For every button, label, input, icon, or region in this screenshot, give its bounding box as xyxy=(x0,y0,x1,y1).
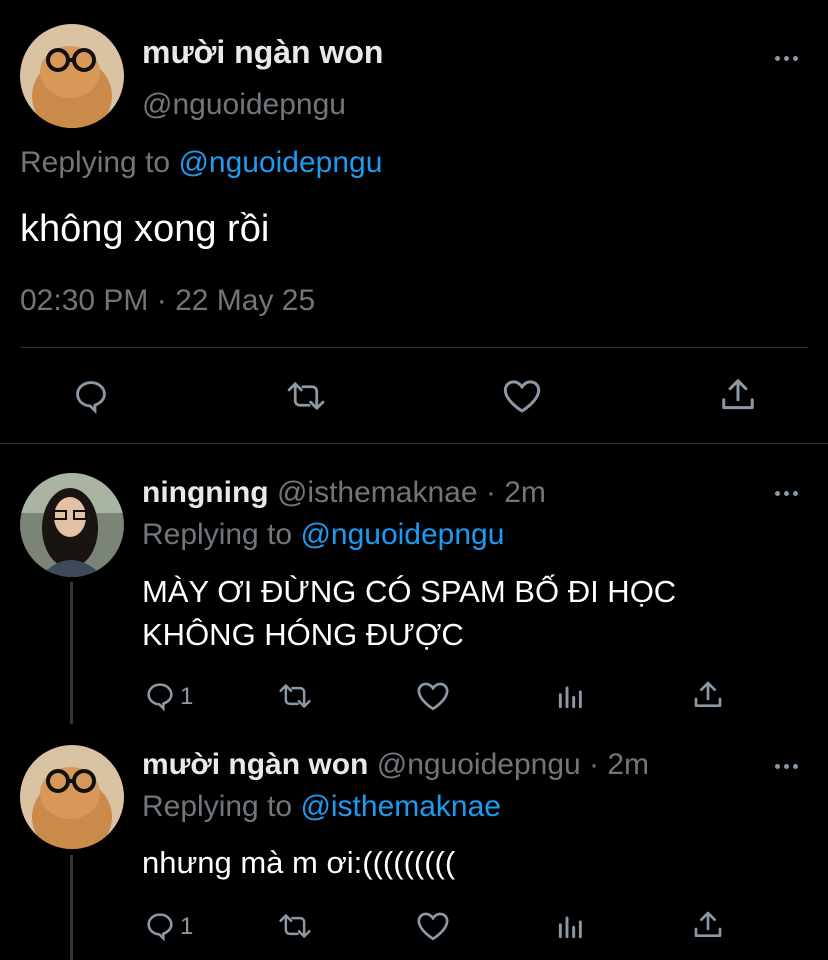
replying-to-label: Replying to xyxy=(20,146,179,179)
display-name[interactable]: mười ngàn won xyxy=(142,748,368,781)
replying-to-line: Replying to @nguoidepngu xyxy=(20,146,382,180)
share-icon[interactable] xyxy=(692,908,724,942)
timestamp[interactable]: · 2m xyxy=(581,748,649,781)
reply-icon[interactable] xyxy=(144,910,176,942)
replying-to-link[interactable]: @nguoidepngu xyxy=(300,518,504,551)
display-name[interactable]: mười ngàn won xyxy=(142,34,383,71)
like-icon[interactable] xyxy=(502,377,542,415)
retweet-icon[interactable] xyxy=(278,680,312,712)
divider xyxy=(20,347,808,348)
like-icon[interactable] xyxy=(416,910,450,942)
analytics-icon[interactable] xyxy=(555,680,587,712)
tweet-text: MÀY ƠI ĐỪNG CÓ SPAM BỐ ĐI HỌC KHÔNG HÓNG… xyxy=(142,570,676,656)
section-divider xyxy=(0,443,828,444)
retweet-icon[interactable] xyxy=(286,377,326,415)
tweet-text-line: MÀY ƠI ĐỪNG CÓ SPAM BỐ ĐI HỌC xyxy=(142,574,677,609)
handle[interactable]: @isthemaknae xyxy=(277,476,478,509)
reply-count: 1 xyxy=(180,683,194,710)
reply-header: ningning @isthemaknae · 2m xyxy=(142,476,546,510)
replying-to-label: Replying to xyxy=(142,518,301,551)
handle[interactable]: @nguoidepngu xyxy=(142,88,346,122)
replying-to-link[interactable]: @isthemaknae xyxy=(300,790,501,823)
thread-line xyxy=(70,855,73,960)
tweet-text: nhưng mà m ơi:((((((((( xyxy=(142,845,456,880)
like-icon[interactable] xyxy=(416,680,450,712)
timestamp[interactable]: · 2m xyxy=(478,476,546,509)
tweet-timestamp[interactable]: 02:30 PM · 22 May 25 xyxy=(20,284,315,318)
reply-count: 1 xyxy=(180,913,194,940)
handle[interactable]: @nguoidepngu xyxy=(377,748,581,781)
retweet-icon[interactable] xyxy=(278,910,312,942)
replying-to-link[interactable]: @nguoidepngu xyxy=(178,146,382,179)
more-options-icon[interactable] xyxy=(775,764,798,769)
more-options-icon[interactable] xyxy=(775,491,798,496)
thread-line xyxy=(70,582,73,724)
replying-to-line: Replying to @nguoidepngu xyxy=(142,518,504,552)
avatar[interactable] xyxy=(20,473,124,577)
reply-icon[interactable] xyxy=(144,680,176,712)
more-options-icon[interactable] xyxy=(775,56,798,61)
replying-to-label: Replying to xyxy=(142,790,301,823)
reply-icon[interactable] xyxy=(72,377,110,415)
avatar[interactable] xyxy=(20,745,124,849)
tweet-text: không xong rồi xyxy=(20,208,270,250)
analytics-icon[interactable] xyxy=(555,910,587,942)
reply-header: mười ngàn won @nguoidepngu · 2m xyxy=(142,748,649,782)
replying-to-line: Replying to @isthemaknae xyxy=(142,790,501,824)
share-icon[interactable] xyxy=(692,678,724,712)
tweet-text-line: KHÔNG HÓNG ĐƯỢC xyxy=(142,617,464,652)
display-name[interactable]: ningning xyxy=(142,476,269,509)
avatar[interactable] xyxy=(20,24,124,128)
share-icon[interactable] xyxy=(719,375,757,415)
